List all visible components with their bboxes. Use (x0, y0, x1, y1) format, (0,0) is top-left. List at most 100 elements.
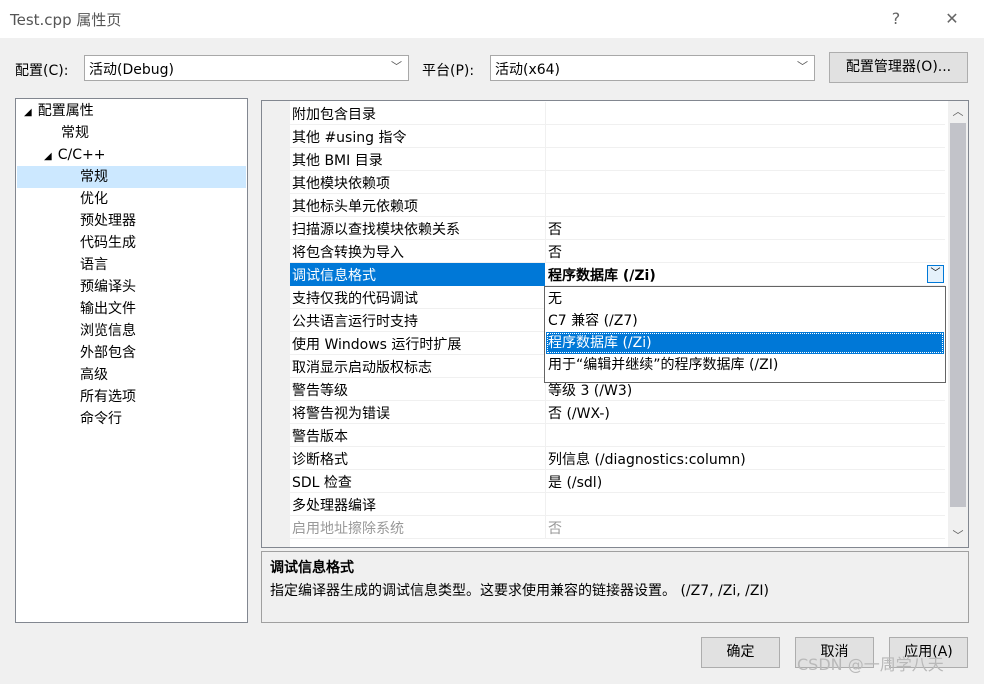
grid-separator (545, 125, 546, 147)
property-name: 其他模块依赖项 (292, 176, 390, 192)
grid-row[interactable]: 诊断格式 列信息 (/diagnostics:column) (290, 447, 945, 470)
property-name: 诊断格式 (292, 452, 348, 468)
property-name: SDL 检查 (292, 475, 352, 491)
grid-row[interactable]: 其他标头单元依赖项 (290, 194, 945, 217)
config-combo[interactable]: 活动(Debug) ﹀ (84, 55, 409, 81)
grid-separator (545, 447, 546, 469)
tree-item-preprocessor[interactable]: 预处理器 (80, 210, 136, 232)
grid-separator (545, 424, 546, 446)
property-name: 其他 #using 指令 (292, 130, 407, 146)
close-button[interactable]: ✕ (932, 6, 972, 32)
grid-row[interactable]: 警告版本 (290, 424, 945, 447)
tree-item-label: 配置属性 (37, 103, 94, 119)
vertical-scrollbar[interactable]: ︿ ﹀ (948, 101, 968, 547)
dropdown-option-z7[interactable]: C7 兼容 (/Z7) (546, 310, 944, 332)
description-title: 调试信息格式 (270, 560, 354, 576)
tree-panel: ◢ 配置属性 常规 ◢ C/C++ 常规 优化 预处理器 代码生成 语言 预编译头 … (15, 98, 248, 623)
tree-item-precompiled-headers[interactable]: 预编译头 (80, 276, 136, 298)
property-name: 支持仅我的代码调试 (292, 291, 418, 307)
grid-row[interactable]: 多处理器编译 (290, 493, 945, 516)
collapse-triangle-icon[interactable]: ◢ (44, 151, 52, 162)
debug-format-dropdown[interactable]: 无 C7 兼容 (/Z7) 程序数据库 (/Zi) 用于“编辑并继续”的程序数据… (544, 286, 946, 383)
property-value: 等级 3 (/W3) (548, 383, 633, 399)
grid-row[interactable]: 扫描源以查找模块依赖关系 否 (290, 217, 945, 240)
property-value: 否 (548, 245, 562, 261)
grid-row[interactable]: 将警告视为错误 否 (/WX-) (290, 401, 945, 424)
property-name: 附加包含目录 (292, 107, 376, 123)
grid-separator (545, 516, 546, 538)
tree-item-all-options[interactable]: 所有选项 (80, 386, 136, 408)
grid-row[interactable]: 其他模块依赖项 (290, 171, 945, 194)
tree-item-config-properties[interactable]: ◢ 配置属性 (24, 100, 94, 122)
tree-item-general[interactable]: 常规 (61, 122, 89, 144)
property-name: 其他标头单元依赖项 (292, 199, 418, 215)
property-name: 使用 Windows 运行时扩展 (292, 337, 462, 353)
tree-item-advanced[interactable]: 高级 (80, 364, 108, 386)
config-value: 活动(Debug) (89, 62, 174, 78)
property-name: 启用地址擦除系统 (292, 521, 404, 537)
tree-item-label: C/C++ (57, 147, 106, 163)
dropdown-option-none[interactable]: 无 (546, 288, 944, 310)
grid-row[interactable]: SDL 检查 是 (/sdl) (290, 470, 945, 493)
property-value: 列信息 (/diagnostics:column) (548, 452, 746, 468)
scroll-down-arrow-icon[interactable]: ﹀ (948, 527, 968, 543)
grid-separator (545, 240, 546, 262)
property-name: 调试信息格式 (292, 268, 376, 284)
collapse-triangle-icon[interactable]: ◢ (24, 107, 32, 118)
tree-item-code-generation[interactable]: 代码生成 (80, 232, 136, 254)
grid-row[interactable]: 其他 #using 指令 (290, 125, 945, 148)
help-button[interactable]: ? (876, 6, 916, 32)
property-value: 否 (/WX-) (548, 406, 610, 422)
tree-item-language[interactable]: 语言 (80, 254, 108, 276)
grid-separator (545, 493, 546, 515)
grid-row[interactable]: 其他 BMI 目录 (290, 148, 945, 171)
window-title: Test.cpp 属性页 (10, 11, 122, 29)
property-name: 扫描源以查找模块依赖关系 (292, 222, 460, 238)
grid-row-disabled[interactable]: 启用地址擦除系统 否 (290, 516, 945, 539)
grid-separator (545, 217, 546, 239)
property-name: 将警告视为错误 (292, 406, 390, 422)
grid-separator (545, 102, 546, 124)
chevron-down-icon: ﹀ (391, 60, 402, 73)
tree-item-cpp-general[interactable]: 常规 (17, 166, 246, 188)
property-name: 警告版本 (292, 429, 348, 445)
config-label: 配置(C): (15, 63, 69, 79)
tree-item-output-files[interactable]: 输出文件 (80, 298, 136, 320)
grid-separator (545, 401, 546, 423)
tree-item-browse-info[interactable]: 浏览信息 (80, 320, 136, 342)
property-value: 否 (548, 222, 562, 238)
property-name: 警告等级 (292, 383, 348, 399)
property-name: 其他 BMI 目录 (292, 153, 383, 169)
property-value: 否 (548, 521, 562, 537)
property-name: 公共语言运行时支持 (292, 314, 418, 330)
grid-separator (545, 470, 546, 492)
title-bar (0, 0, 984, 38)
tree-item-optimization[interactable]: 优化 (80, 188, 108, 210)
grid-separator (545, 148, 546, 170)
scroll-up-arrow-icon[interactable]: ︿ (948, 103, 968, 119)
property-value: 是 (/sdl) (548, 475, 603, 491)
description-panel: 调试信息格式 指定编译器生成的调试信息类型。这要求使用兼容的链接器设置。 (/Z… (261, 551, 969, 623)
scroll-thumb[interactable] (950, 123, 966, 507)
description-text: 指定编译器生成的调试信息类型。这要求使用兼容的链接器设置。 (/Z7, /Zi,… (270, 583, 770, 599)
grid-row[interactable]: 附加包含目录 (290, 102, 945, 125)
property-value: 程序数据库 (/Zi) (548, 268, 656, 284)
property-name: 取消显示启动版权标志 (292, 360, 432, 376)
property-name: 将包含转换为导入 (292, 245, 404, 261)
config-manager-button[interactable]: 配置管理器(O)... (829, 52, 968, 83)
tree-item-command-line[interactable]: 命令行 (80, 408, 122, 430)
tree-item-cpp[interactable]: ◢ C/C++ (44, 144, 105, 166)
grid-separator (545, 194, 546, 216)
watermark: CSDN @一周学八天 (797, 655, 944, 674)
tree-item-external-includes[interactable]: 外部包含 (80, 342, 136, 364)
grid-row-selected[interactable]: 调试信息格式 程序数据库 (/Zi) ﹀ (290, 263, 945, 286)
platform-value: 活动(x64) (495, 62, 561, 78)
chevron-down-icon: ﹀ (797, 60, 808, 73)
ok-button[interactable]: 确定 (701, 637, 780, 668)
grid-row[interactable]: 将包含转换为导入 否 (290, 240, 945, 263)
dropdown-option-zi-edit-continue[interactable]: 用于“编辑并继续”的程序数据库 (/ZI) (546, 354, 944, 376)
chevron-down-icon[interactable]: ﹀ (927, 265, 944, 283)
platform-combo[interactable]: 活动(x64) ﹀ (490, 55, 815, 81)
dropdown-option-zi-selected[interactable]: 程序数据库 (/Zi) (546, 332, 944, 354)
grid-gutter (262, 101, 290, 547)
